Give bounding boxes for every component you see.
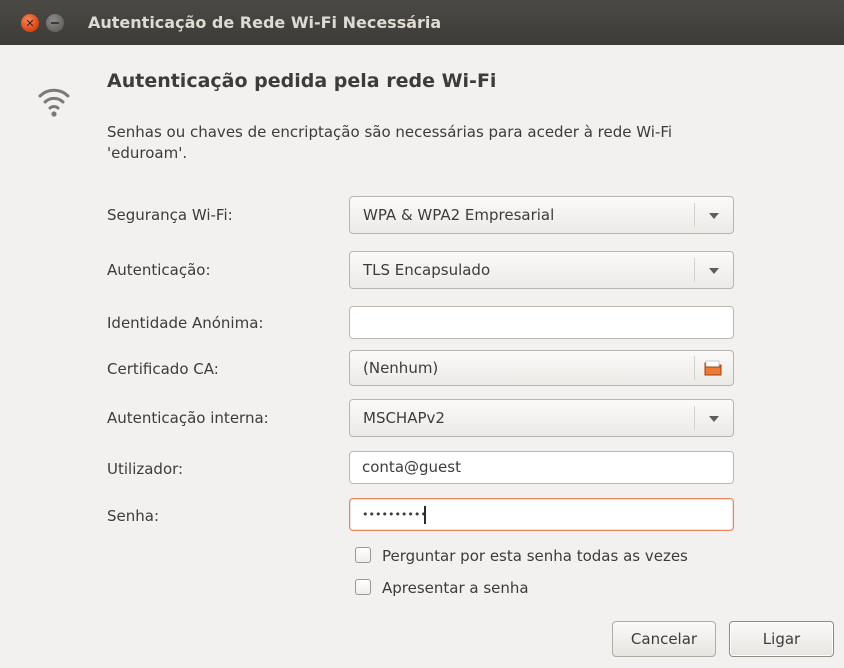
inner-authentication-dropdown[interactable]: MSCHAPv2 (349, 399, 734, 437)
cancel-button[interactable]: Cancelar (612, 621, 716, 657)
chevron-down-icon (709, 213, 719, 219)
dialog-heading: Autenticação pedida pela rede Wi-Fi (107, 70, 497, 92)
show-password-checkbox[interactable] (355, 579, 371, 595)
close-icon[interactable]: ✕ (21, 14, 39, 32)
password-label: Senha: (107, 507, 160, 525)
password-value: •••••••••• (362, 508, 427, 521)
anonymous-identity-label: Identidade Anónima: (107, 314, 264, 332)
window-titlebar: ✕ Autenticação de Rede Wi-Fi Necessária (0, 0, 844, 45)
show-password-label[interactable]: Apresentar a senha (382, 577, 529, 599)
dropdown-separator (694, 203, 695, 227)
security-value: WPA & WPA2 Empresarial (363, 206, 555, 224)
password-field[interactable]: •••••••••• (349, 498, 734, 531)
authentication-label: Autenticação: (107, 261, 211, 279)
inner-authentication-value: MSCHAPv2 (363, 409, 445, 427)
authentication-value: TLS Encapsulado (363, 261, 491, 279)
security-dropdown[interactable]: WPA & WPA2 Empresarial (349, 196, 734, 234)
folder-icon (704, 360, 722, 376)
anonymous-identity-field[interactable] (349, 306, 734, 339)
wifi-icon (38, 88, 70, 117)
window-title: Autenticação de Rede Wi-Fi Necessária (88, 13, 442, 32)
username-label: Utilizador: (107, 460, 184, 478)
ca-certificate-chooser[interactable]: (Nenhum) (349, 350, 734, 386)
minimize-icon[interactable] (46, 14, 64, 32)
ask-password-checkbox[interactable] (355, 547, 371, 563)
username-field[interactable]: conta@guest (349, 451, 734, 484)
text-cursor (424, 506, 426, 524)
username-value: conta@guest (362, 458, 461, 476)
chevron-down-icon (709, 268, 719, 274)
authentication-dropdown[interactable]: TLS Encapsulado (349, 251, 734, 289)
connect-button[interactable]: Ligar (729, 621, 834, 657)
inner-authentication-label: Autenticação interna: (107, 409, 269, 427)
chooser-separator (694, 356, 695, 380)
ask-password-label[interactable]: Perguntar por esta senha todas as vezes (382, 545, 688, 567)
chevron-down-icon (709, 416, 719, 422)
description-line-2: 'eduroam'. (107, 144, 188, 162)
dropdown-separator (694, 406, 695, 430)
dialog-description: Senhas ou chaves de encriptação são nece… (107, 122, 787, 164)
security-label: Segurança Wi-Fi: (107, 206, 233, 224)
ca-certificate-label: Certificado CA: (107, 360, 219, 378)
description-line-1: Senhas ou chaves de encriptação são nece… (107, 123, 673, 141)
ca-certificate-value: (Nenhum) (363, 359, 439, 377)
dropdown-separator (694, 258, 695, 282)
